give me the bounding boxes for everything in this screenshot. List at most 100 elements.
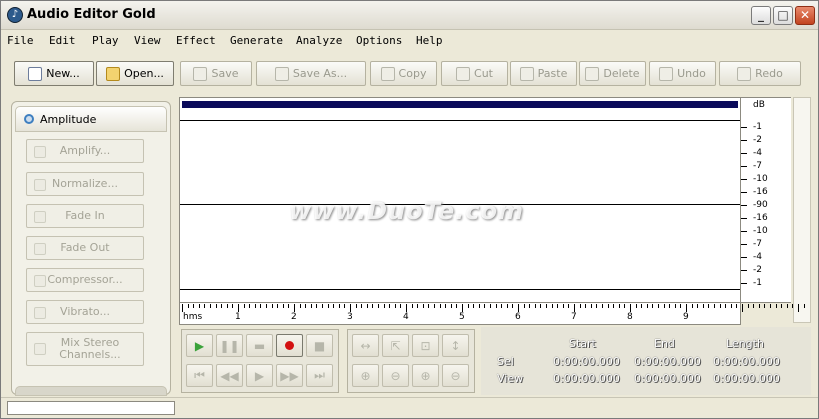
fade-in-button[interactable]: Fade In [26,204,144,228]
menu-options[interactable]: Options [356,34,402,47]
ruler-tick [658,304,659,308]
save-as-button[interactable]: Save As... [256,61,366,86]
view-end-value[interactable]: 0:00:00.000 [634,372,701,385]
zoom-tool-button[interactable]: ⇱ [382,334,409,357]
new-document-icon [28,66,43,81]
redo-button[interactable]: Redo [719,61,801,86]
ruler-tick [232,304,234,308]
menu-file[interactable]: File [7,34,34,47]
compressor-button[interactable]: Compressor... [26,268,144,292]
menu-generate[interactable]: Generate [230,34,283,47]
sel-label: Sel [497,355,514,368]
zoom-tool-button[interactable]: ↕ [442,334,469,357]
zoom-out-icon: ⊖ [390,368,401,383]
watermark: www.DuoTe.com [289,197,524,225]
zoom-in-button[interactable]: ⊕ [352,364,379,387]
tab-amplitude[interactable]: Amplitude [15,106,167,132]
ruler-tick [243,304,245,308]
ruler-tick [518,304,519,312]
waveform-overview-bar[interactable] [182,101,738,108]
stop-button[interactable]: ■ [306,334,333,357]
ruler-tick [282,304,284,308]
amplify-button[interactable]: Amplify... [26,139,144,163]
ruler-tick [434,304,435,308]
paste-button[interactable]: Paste [510,61,577,86]
vibrato-icon [34,307,46,319]
ruler-tick [394,304,396,308]
menu-edit[interactable]: Edit [49,34,76,47]
pause-button[interactable]: ❚❚ [216,334,243,357]
minimize-button[interactable]: _ [751,6,771,25]
rewind-button[interactable]: ◀◀ [216,364,243,387]
zoom-select-icon: ⇱ [390,338,401,353]
app-icon[interactable]: ♪ [7,7,23,23]
view-length-value[interactable]: 0:00:00.000 [713,372,780,385]
play-button[interactable]: ▶ [186,334,213,357]
menu-analyze[interactable]: Analyze [296,34,342,47]
ruler-tick [445,304,447,308]
open-button[interactable]: Open... [96,61,174,86]
vibrato-button[interactable]: Vibrato... [26,300,144,324]
new-button[interactable]: New... [14,61,94,86]
db-tick-label: -10 [753,174,768,184]
ruler-tick [249,304,251,308]
save-button[interactable]: Save [180,61,252,86]
ruler-tick [473,304,475,308]
ruler-tick [400,304,402,308]
go-to-end-button[interactable]: ⏭ [306,364,333,387]
menu-play[interactable]: Play [92,34,119,47]
time-ruler[interactable]: hms 1 2 3 4 5 6 7 8 9 [179,303,805,325]
db-tick-label: -4 [753,252,762,262]
record-button[interactable] [276,334,303,357]
menu-effect[interactable]: Effect [176,34,216,47]
sel-start-value[interactable]: 0:00:00.000 [553,355,620,368]
fade-out-button[interactable]: Fade Out [26,236,144,260]
zoom-tool-button[interactable]: ↔ [352,334,379,357]
cut-button[interactable]: Cut [441,61,508,86]
delete-icon [585,66,600,81]
zoom-tool-button[interactable]: ⊡ [412,334,439,357]
vertical-scrollbar[interactable] [793,97,811,323]
zoom-out-button[interactable]: ⊖ [382,364,409,387]
play-selection-button[interactable]: ▶ [246,364,273,387]
ruler-tick [579,304,581,308]
menu-help[interactable]: Help [416,34,443,47]
ruler-label: 7 [571,312,577,322]
loop-icon: ▬ [253,338,266,353]
ruler-tick [562,304,564,308]
title-bar[interactable]: ♪ Audio Editor Gold _ □ ✕ [1,1,818,30]
zoom-out-vertical-button[interactable]: ⊖ [442,364,469,387]
copy-button[interactable]: Copy [370,61,437,86]
maximize-button[interactable]: □ [773,6,793,25]
close-button[interactable]: ✕ [795,6,815,25]
tab-collapsed[interactable] [15,386,167,396]
ruler-tick [327,304,329,308]
zoom-vertical-icon: ↕ [450,338,461,353]
sel-length-value[interactable]: 0:00:00.000 [713,355,780,368]
ruler-tick [781,304,783,308]
ruler-tick [764,304,766,308]
sel-end-value[interactable]: 0:00:00.000 [634,355,701,368]
ruler-tick [490,304,491,308]
go-to-start-button[interactable]: ⏮ [186,364,213,387]
normalize-button[interactable]: Normalize... [26,172,144,196]
zoom-in-vertical-button[interactable]: ⊕ [412,364,439,387]
db-tick-label: -16 [753,213,768,223]
ruler-tick [428,304,430,308]
menu-view[interactable]: View [134,34,161,47]
view-start-value[interactable]: 0:00:00.000 [553,372,620,385]
ruler-label: 8 [627,312,633,322]
ruler-label: 3 [347,312,353,322]
fast-forward-button[interactable]: ▶▶ [276,364,303,387]
ruler-tick [182,304,183,312]
undo-button[interactable]: Undo [649,61,716,86]
fade-out-icon [34,243,46,255]
loop-button[interactable]: ▬ [246,334,273,357]
ruler-tick [618,304,620,308]
ruler-tick [478,304,480,308]
ruler-tick [411,304,413,308]
mix-stereo-channels-button[interactable]: Mix Stereo Channels... [26,332,144,366]
delete-button[interactable]: Delete [579,61,646,86]
db-tick [741,244,747,245]
ruler-tick [674,304,676,308]
